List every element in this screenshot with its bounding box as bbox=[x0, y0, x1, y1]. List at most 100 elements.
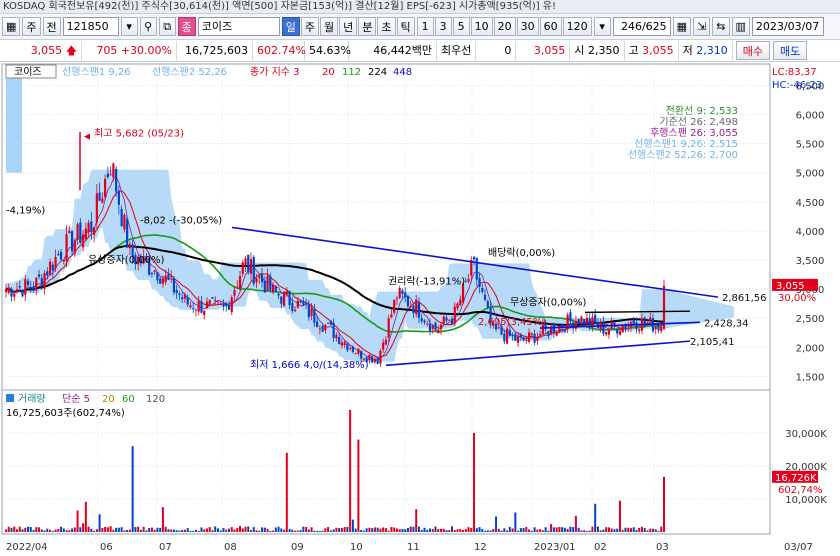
period-tabs: 일주월년분초틱 bbox=[281, 17, 415, 36]
period-tab-4[interactable]: 분 bbox=[358, 17, 377, 36]
last-pct-label: 30,00% bbox=[778, 293, 816, 304]
candle-body bbox=[420, 318, 423, 322]
volume-bar bbox=[558, 526, 561, 532]
buy-button[interactable]: 매수 bbox=[735, 41, 770, 60]
period-tab-3[interactable]: 년 bbox=[339, 17, 358, 36]
volume-bar bbox=[222, 528, 225, 532]
compare-icon[interactable]: ⇆ bbox=[712, 17, 730, 36]
volume-bar bbox=[473, 433, 476, 532]
chart-svg[interactable]: 6,5006,0005,5005,0004,5004,0003,5003,000… bbox=[0, 62, 840, 553]
lock-icon[interactable]: ▥ bbox=[731, 17, 750, 36]
candle-body bbox=[428, 323, 432, 332]
volume-bar bbox=[148, 528, 151, 532]
candle-body bbox=[417, 302, 421, 318]
volume-bar bbox=[211, 530, 214, 532]
time-axis-label: 07 bbox=[159, 542, 172, 553]
period-tab-1[interactable]: 주 bbox=[300, 17, 320, 36]
period-tab-6[interactable]: 틱 bbox=[396, 17, 415, 36]
volume-bar bbox=[269, 530, 272, 532]
candle-body bbox=[233, 290, 236, 296]
volume-bar bbox=[164, 526, 167, 532]
interval-dropdown-button[interactable]: ▾ bbox=[593, 17, 611, 36]
candle-body bbox=[192, 308, 195, 310]
interval-button-120[interactable]: 120 bbox=[562, 17, 592, 36]
volume-bar bbox=[327, 527, 330, 532]
volume-bar bbox=[555, 527, 558, 532]
jeon-button[interactable]: 전 bbox=[42, 17, 61, 36]
period-menu-button[interactable]: 주 bbox=[22, 17, 41, 36]
volume-bar bbox=[225, 529, 228, 532]
candle-body bbox=[478, 278, 481, 287]
date-input[interactable]: 2023/03/07 bbox=[751, 17, 824, 36]
candle-body bbox=[321, 325, 324, 332]
search-button[interactable]: ⚲ bbox=[139, 17, 157, 36]
volume-bar bbox=[159, 527, 162, 532]
candle-body bbox=[621, 325, 624, 333]
volume-bar bbox=[453, 530, 456, 532]
zoom-icon[interactable]: ⇲ bbox=[693, 17, 711, 36]
volume-bar bbox=[434, 526, 437, 532]
volume-bar bbox=[131, 446, 134, 532]
stock-chart[interactable]: 6,5006,0005,5005,0004,5004,0003,5003,000… bbox=[0, 62, 840, 553]
volume-bar bbox=[71, 528, 74, 532]
volume-bar bbox=[393, 527, 396, 532]
period-tab-2[interactable]: 월 bbox=[320, 17, 339, 36]
volume-bar bbox=[35, 527, 38, 532]
candle-body bbox=[329, 321, 332, 325]
interval-button-5[interactable]: 5 bbox=[452, 17, 470, 36]
chart-annotation: 무상증자(0,00%) bbox=[510, 296, 586, 308]
period-tab-5[interactable]: 초 bbox=[377, 17, 396, 36]
volume-bar bbox=[428, 528, 431, 532]
volume-bar bbox=[349, 409, 352, 532]
interval-button-10[interactable]: 10 bbox=[470, 17, 493, 36]
volume-legend-name: 거래량 bbox=[18, 393, 46, 405]
volume-bar bbox=[54, 529, 57, 532]
candle-body bbox=[516, 336, 520, 343]
candle-body bbox=[596, 322, 600, 328]
stock-name-field[interactable]: 코이즈 bbox=[197, 17, 280, 36]
volume-bar bbox=[183, 529, 186, 532]
code-input[interactable]: 121850 bbox=[62, 17, 119, 36]
interval-button-20[interactable]: 20 bbox=[493, 17, 516, 36]
candle-body bbox=[197, 300, 200, 312]
volume-bar bbox=[329, 530, 332, 532]
candle-body bbox=[508, 329, 511, 337]
volume-bar bbox=[599, 530, 602, 532]
volume-bar bbox=[280, 528, 283, 532]
grid-icon[interactable]: ▦ bbox=[672, 17, 692, 36]
interval-button-3[interactable]: 3 bbox=[434, 17, 452, 36]
candle-body bbox=[296, 300, 299, 308]
candle-body bbox=[602, 321, 605, 334]
volume-bar bbox=[497, 528, 500, 532]
code-dropdown-button[interactable]: ▾ bbox=[120, 17, 138, 36]
candle-body bbox=[189, 305, 192, 308]
volume-bar bbox=[10, 527, 13, 532]
volume-bar bbox=[216, 528, 219, 532]
candle-body bbox=[35, 277, 38, 291]
candle-body bbox=[505, 328, 509, 344]
volume-bar bbox=[38, 527, 41, 532]
volume-bar bbox=[134, 527, 137, 532]
candle-body bbox=[181, 297, 184, 300]
sell-button[interactable]: 매도 bbox=[773, 41, 808, 60]
menu-button[interactable]: ▦ bbox=[2, 17, 21, 36]
interval-button-1[interactable]: 1 bbox=[416, 17, 434, 36]
candle-body bbox=[349, 348, 352, 349]
candle-body bbox=[84, 228, 87, 239]
candle-body bbox=[93, 227, 96, 235]
volume-bar bbox=[228, 528, 231, 532]
new-window-button[interactable]: ⧉ bbox=[158, 17, 176, 36]
volume-bar bbox=[95, 529, 98, 532]
trendline-value-label: 2,428,34 bbox=[704, 318, 749, 329]
candle-body bbox=[18, 286, 21, 288]
period-tab-0[interactable]: 일 bbox=[281, 17, 300, 36]
time-axis-label: 12 bbox=[474, 542, 487, 553]
chart-annotation: 최저 1,666 4,0/(14,38%) bbox=[250, 359, 369, 371]
legend-ma-period: 224 bbox=[368, 67, 387, 78]
interval-button-30[interactable]: 30 bbox=[516, 17, 539, 36]
volume-bar bbox=[618, 500, 621, 532]
candle-body bbox=[81, 234, 85, 248]
volume-bar bbox=[583, 530, 586, 532]
data-count-field[interactable]: 246/625 bbox=[612, 17, 671, 36]
interval-button-60[interactable]: 60 bbox=[539, 17, 562, 36]
